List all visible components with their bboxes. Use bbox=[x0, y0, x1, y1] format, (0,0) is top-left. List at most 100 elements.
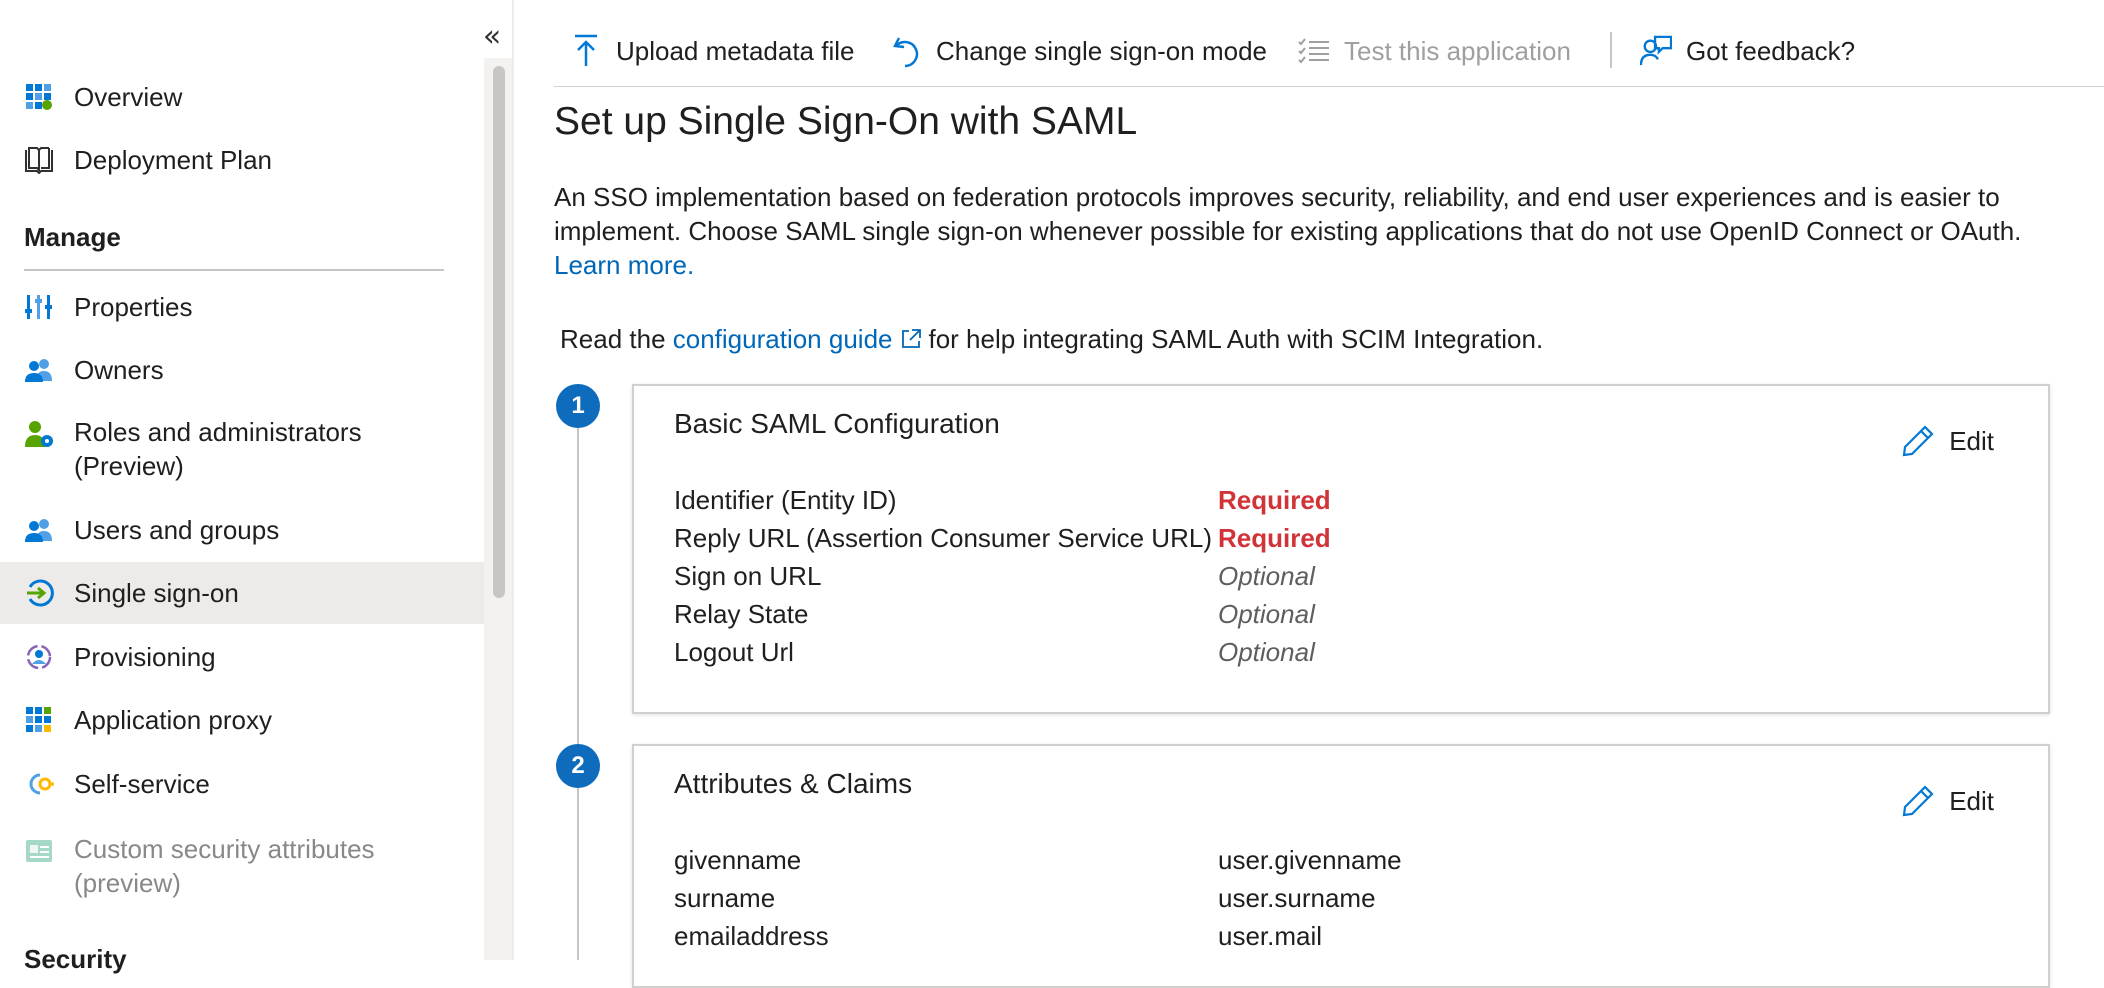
collapse-sidebar-button[interactable]: « bbox=[478, 19, 506, 54]
config-value: Optional bbox=[1218, 561, 1315, 591]
config-row: Identifier (Entity ID) Required bbox=[674, 481, 1974, 519]
pencil-icon bbox=[1902, 785, 1934, 817]
roles-icon bbox=[24, 419, 54, 449]
sidebar-item-label: Roles and administrators (Preview) bbox=[74, 417, 362, 481]
overview-grid-icon bbox=[24, 82, 54, 112]
claim-value: user.givenname bbox=[1218, 845, 1402, 875]
config-key: Relay State bbox=[674, 599, 809, 629]
sidebar-item-users-and-groups[interactable]: Users and groups bbox=[0, 499, 484, 561]
change-sso-mode-label: Change single sign-on mode bbox=[936, 35, 1267, 66]
sidebar-item-label: Single sign-on bbox=[74, 578, 239, 608]
change-sso-mode-button[interactable]: Change single sign-on mode bbox=[890, 26, 1267, 76]
feedback-button[interactable]: Got feedback? bbox=[1640, 26, 1855, 76]
claim-value: user.mail bbox=[1218, 921, 1323, 951]
steps-connector-line bbox=[577, 420, 579, 960]
config-value: Optional bbox=[1218, 599, 1315, 629]
sidebar-item-label: Properties bbox=[74, 292, 193, 322]
sidebar-item-self-service[interactable]: Self-service bbox=[0, 753, 484, 815]
sidebar-item-application-proxy[interactable]: Application proxy bbox=[0, 689, 484, 751]
basic-saml-configuration-card: Basic SAML Configuration Edit Identifier… bbox=[632, 384, 2050, 714]
intro-paragraph: An SSO implementation based on federatio… bbox=[554, 180, 2094, 282]
edit-label: Edit bbox=[1949, 785, 1994, 816]
sidebar-item-owners[interactable]: Owners bbox=[0, 339, 484, 401]
sidebar-scrollbar-thumb[interactable] bbox=[493, 66, 505, 598]
card-title: Basic SAML Configuration bbox=[674, 408, 1000, 439]
config-row: Relay State Optional bbox=[674, 595, 1974, 633]
config-key: Sign on URL bbox=[674, 561, 822, 591]
page-title: Set up Single Sign-On with SAML bbox=[554, 100, 1138, 143]
section-divider bbox=[24, 269, 444, 271]
claim-name: givenname bbox=[674, 845, 802, 875]
users-icon bbox=[24, 515, 54, 545]
checklist-icon bbox=[1298, 34, 1330, 68]
sidebar-item-custom-security-attributes[interactable]: Custom security attributes (preview) bbox=[0, 822, 484, 912]
config-row: Reply URL (Assertion Consumer Service UR… bbox=[674, 519, 1974, 557]
edit-basic-saml-button[interactable]: Edit bbox=[1901, 424, 1994, 458]
section-manage-heading: Manage bbox=[24, 222, 121, 252]
guide-suffix: for help integrating SAML Auth with SCIM… bbox=[928, 324, 1544, 354]
sidebar-item-label: Deployment Plan bbox=[74, 145, 272, 175]
sidebar-item-properties[interactable]: Properties bbox=[0, 276, 484, 338]
config-value: Required bbox=[1218, 523, 1331, 553]
sidebar-divider bbox=[512, 0, 514, 960]
sidebar-item-label: Self-service bbox=[74, 769, 210, 799]
config-row: Logout Url Optional bbox=[674, 633, 1974, 671]
intro-text: An SSO implementation based on federatio… bbox=[554, 182, 2022, 246]
pencil-icon bbox=[1902, 425, 1934, 457]
properties-icon bbox=[24, 292, 54, 322]
upload-metadata-label: Upload metadata file bbox=[616, 35, 855, 66]
claim-name: surname bbox=[674, 883, 776, 913]
sso-icon bbox=[24, 578, 54, 608]
configuration-guide-link[interactable]: configuration guide bbox=[673, 324, 893, 354]
upload-icon bbox=[570, 34, 602, 68]
config-row: Sign on URL Optional bbox=[674, 557, 1974, 595]
edit-attributes-button[interactable]: Edit bbox=[1901, 784, 1994, 818]
sidebar-item-single-sign-on[interactable]: Single sign-on bbox=[0, 562, 484, 624]
undo-icon bbox=[890, 34, 922, 68]
feedback-icon bbox=[1640, 34, 1672, 68]
self-service-icon bbox=[24, 769, 54, 799]
claim-row: emailaddress user.mail bbox=[674, 917, 1974, 955]
test-application-button[interactable]: Test this application bbox=[1298, 26, 1571, 76]
command-bar: Upload metadata file Change single sign-… bbox=[554, 26, 2104, 76]
test-application-label: Test this application bbox=[1344, 35, 1571, 66]
config-value: Required bbox=[1218, 485, 1331, 515]
claim-name: emailaddress bbox=[674, 921, 829, 951]
card-title: Attributes & Claims bbox=[674, 768, 913, 799]
sidebar-item-label: Custom security attributes (preview) bbox=[74, 834, 375, 898]
learn-more-link[interactable]: Learn more. bbox=[554, 250, 694, 280]
sidebar-item-label: Users and groups bbox=[74, 515, 280, 545]
book-icon bbox=[24, 145, 54, 175]
sidebar-item-overview[interactable]: Overview bbox=[0, 66, 484, 128]
sidebar: Overview Deployment Plan Manage Properti… bbox=[0, 0, 484, 974]
sidebar-item-roles[interactable]: Roles and administrators (Preview) bbox=[0, 405, 484, 495]
app-proxy-icon bbox=[24, 705, 54, 735]
sidebar-item-label: Overview bbox=[74, 82, 183, 112]
sidebar-item-deployment-plan[interactable]: Deployment Plan bbox=[0, 129, 484, 191]
owners-icon bbox=[24, 355, 54, 385]
feedback-label: Got feedback? bbox=[1686, 35, 1856, 66]
claim-value: user.surname bbox=[1218, 883, 1376, 913]
step-2-badge: 2 bbox=[556, 744, 600, 788]
sidebar-item-label: Owners bbox=[74, 355, 164, 385]
sidebar-item-label: Application proxy bbox=[74, 705, 272, 735]
config-key: Identifier (Entity ID) bbox=[674, 485, 897, 515]
provisioning-icon bbox=[24, 642, 54, 672]
config-key: Reply URL (Assertion Consumer Service UR… bbox=[674, 523, 1212, 553]
config-value: Optional bbox=[1218, 637, 1315, 667]
toolbar-divider bbox=[554, 86, 2104, 87]
toolbar-separator bbox=[1610, 32, 1612, 68]
claim-row: surname user.surname bbox=[674, 879, 1974, 917]
guide-prefix: Read the bbox=[560, 324, 666, 354]
claim-row: givenname user.givenname bbox=[674, 841, 1974, 879]
external-link-icon bbox=[902, 329, 922, 348]
edit-label: Edit bbox=[1949, 425, 1994, 456]
config-key: Logout Url bbox=[674, 637, 794, 667]
step-1-badge: 1 bbox=[556, 384, 600, 428]
sidebar-item-label: Provisioning bbox=[74, 642, 216, 672]
configuration-guide-note: Read the configuration guide for help in… bbox=[560, 322, 1543, 356]
sidebar-item-provisioning[interactable]: Provisioning bbox=[0, 626, 484, 688]
attributes-claims-card: Attributes & Claims Edit givenname user.… bbox=[632, 744, 2050, 988]
custom-attributes-icon bbox=[24, 836, 54, 866]
upload-metadata-button[interactable]: Upload metadata file bbox=[570, 26, 854, 76]
